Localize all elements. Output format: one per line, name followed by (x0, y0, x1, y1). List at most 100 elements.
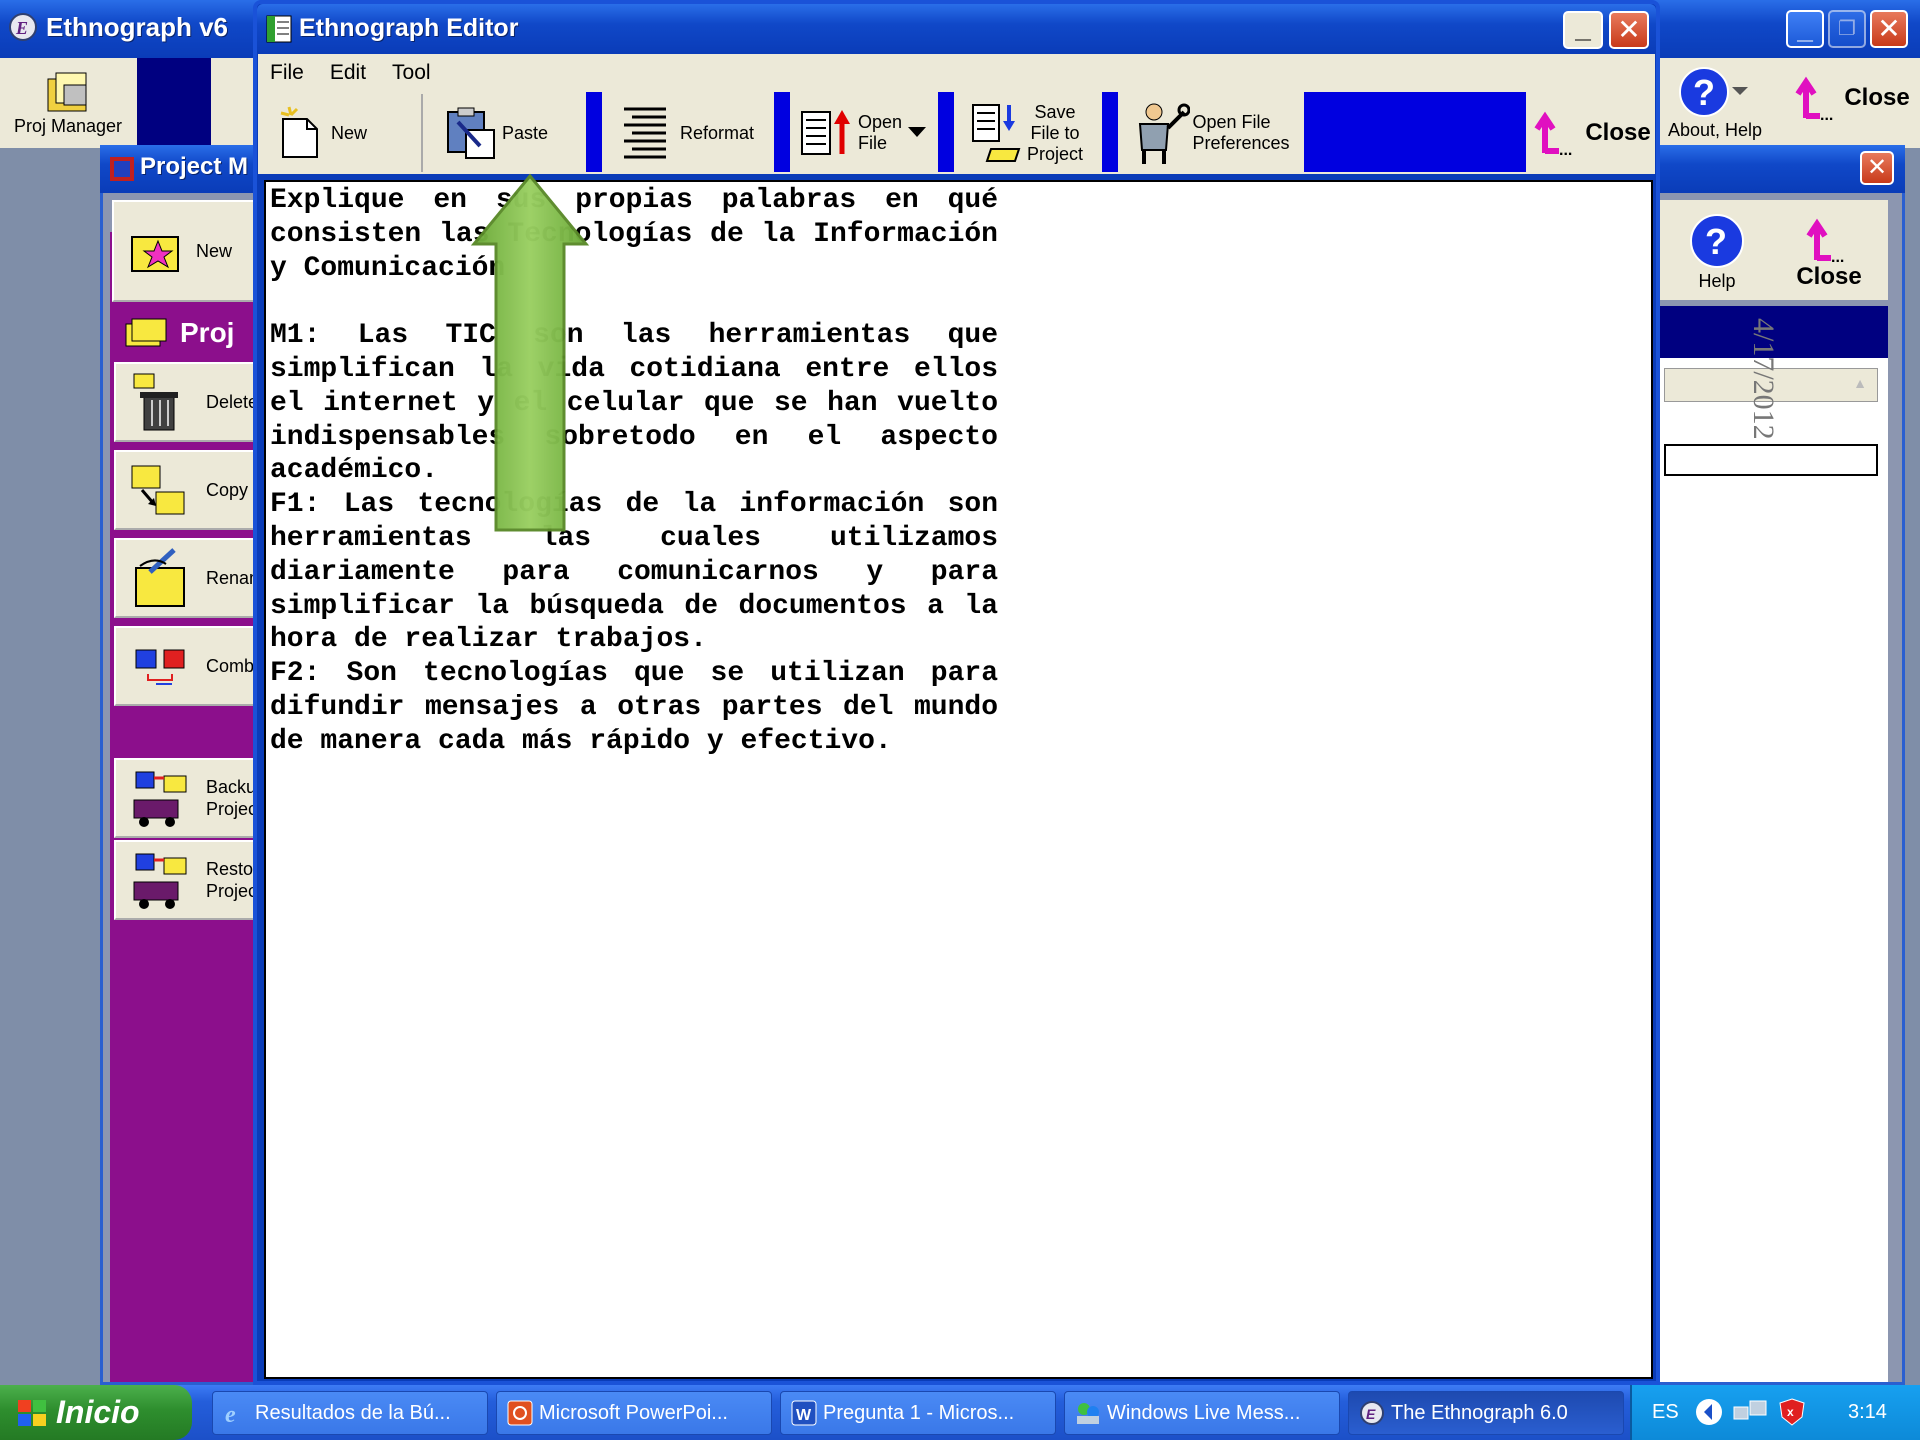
editor-save-file-to-project-button[interactable]: Save File to Project (956, 94, 1096, 172)
rename-pencil-icon (130, 546, 194, 610)
taskbar-item-word[interactable]: W Pregunta 1 - Micros... (780, 1391, 1056, 1435)
pm-close-button[interactable]: ... Close (1774, 204, 1884, 300)
system-tray: ES x 3:14 (1630, 1385, 1920, 1440)
pm-restore-project-button[interactable]: Restor Projec (114, 840, 264, 920)
toolbar-separator (774, 92, 790, 172)
proj-manager-button[interactable]: Proj Manager (4, 60, 132, 146)
editor-title-bar[interactable]: Ethnograph Editor _ ✕ (257, 4, 1656, 54)
show-hidden-icons-icon[interactable] (1694, 1397, 1724, 1427)
taskbar-item-powerpoint[interactable]: Microsoft PowerPoi... (496, 1391, 772, 1435)
pm-rename-button[interactable]: Renam (114, 538, 264, 618)
svg-text:e: e (225, 1402, 236, 1426)
backup-truck-icon (130, 766, 194, 830)
pm-backup-project-button[interactable]: Backup Projec (114, 758, 264, 838)
editor-close-button[interactable]: ✕ (1609, 11, 1649, 49)
toolbar-separator (1102, 92, 1118, 172)
exit-arrow-icon: ... (1792, 74, 1844, 122)
editor-title: Ethnograph Editor (299, 14, 519, 42)
pm-delete-button[interactable]: Delete (114, 362, 264, 442)
taskbar-item-ie[interactable]: e Resultados de la Bú... (212, 1391, 488, 1435)
main-close-toolbar-button[interactable]: ... Close (1788, 68, 1914, 128)
open-file-icon (798, 106, 854, 160)
sidebar-spacer (114, 708, 264, 756)
paste-clipboard-icon (444, 104, 498, 162)
toolbar-separator (137, 58, 211, 146)
toolbar-separator (586, 92, 602, 172)
network-icon[interactable] (1732, 1397, 1768, 1427)
internet-explorer-icon: e (223, 1400, 249, 1426)
pm-copy-button[interactable]: Copy (114, 450, 264, 530)
folders-icon (124, 316, 170, 350)
clock[interactable]: 3:14 (1848, 1401, 1887, 1424)
pm-new-button[interactable]: New (112, 200, 262, 302)
exit-arrow-icon: ... (1531, 109, 1583, 157)
main-minimize-button[interactable]: _ (1786, 10, 1824, 48)
new-document-icon (277, 105, 323, 161)
editor-paste-button[interactable]: Paste (426, 96, 566, 170)
open-file-label-line1: Open (857, 112, 903, 132)
project-manager-icon (108, 155, 136, 183)
menu-edit[interactable]: Edit (330, 61, 366, 85)
date-stamp: 4/17/2012 (1747, 318, 1780, 440)
editor-menu-bar: File Edit Tool (258, 54, 1655, 92)
security-shield-icon[interactable]: x (1778, 1397, 1806, 1427)
toolbar-filler (1304, 92, 1526, 172)
exit-arrow-icon: ... (1803, 216, 1855, 266)
pm-project-list-panel: ▲ (1660, 358, 1888, 1382)
save-label-line2: File to (1030, 122, 1080, 143)
svg-text:W: W (796, 1407, 812, 1424)
svg-text:x: x (1787, 1405, 1794, 1419)
language-indicator[interactable]: ES (1652, 1401, 1679, 1424)
trash-can-icon (130, 370, 194, 434)
open-file-label-line2: File (857, 133, 887, 153)
svg-text:...: ... (1559, 142, 1572, 157)
ethnograph-icon: E (1359, 1400, 1385, 1426)
green-up-arrow-annotation (470, 172, 590, 534)
menu-tool[interactable]: Tool (392, 61, 431, 85)
svg-text:?: ? (1693, 72, 1715, 113)
editor-close-toolbar-button[interactable]: ... Close (1530, 96, 1652, 170)
help-question-icon: ? (1688, 212, 1746, 270)
editor-document-text[interactable]: Explique en sus propias palabras en qué … (270, 184, 998, 759)
sort-up-icon: ▲ (1853, 375, 1867, 391)
backup-label-line2: Projec (206, 799, 258, 819)
start-label: Inicio (56, 1394, 140, 1430)
about-help-button[interactable]: ? About, Help (1662, 60, 1768, 146)
svg-text:?: ? (1705, 221, 1727, 262)
main-maximize-button[interactable]: ❐ (1828, 10, 1866, 48)
pm-combine-button[interactable]: Combi (114, 626, 264, 706)
editor-open-file-preferences-button[interactable]: Open File Preferences (1120, 96, 1300, 170)
editor-app-icon (265, 14, 293, 44)
editor-toolbar: New Paste Reformat Open File Save File to P… (258, 92, 1655, 174)
save-to-project-icon (969, 101, 1025, 165)
svg-text:E: E (15, 18, 28, 38)
main-close-button[interactable]: ✕ (1870, 10, 1908, 48)
prefs-label-line2: Preferences (1192, 133, 1290, 153)
copy-folders-icon (130, 458, 194, 522)
word-icon: W (791, 1400, 817, 1426)
restore-label-line2: Projec (206, 881, 258, 901)
save-label-line3: Project (1026, 143, 1084, 164)
taskbar-item-ethnograph[interactable]: E The Ethnograph 6.0 (1348, 1391, 1624, 1435)
projects-section-header: Proj (114, 308, 264, 358)
menu-file[interactable]: File (270, 61, 304, 85)
editor-minimize-button[interactable]: _ (1563, 11, 1603, 49)
pm-help-button[interactable]: ? Help (1664, 204, 1770, 300)
editor-new-button[interactable]: New (264, 96, 380, 170)
svg-text:...: ... (1820, 107, 1833, 122)
editor-reformat-button[interactable]: Reformat (604, 96, 770, 170)
dropdown-arrow-icon[interactable] (908, 127, 927, 139)
help-question-icon: ? (1678, 65, 1752, 119)
svg-text:E: E (1366, 1406, 1376, 1422)
taskbar-item-messenger[interactable]: Windows Live Mess... (1064, 1391, 1340, 1435)
folder-cabinet-icon (42, 69, 94, 115)
start-button[interactable]: Inicio (0, 1385, 192, 1440)
pm-list-selected-row[interactable] (1664, 444, 1878, 476)
powerpoint-icon (507, 1400, 533, 1426)
save-label-line1: Save (1034, 101, 1076, 122)
messenger-icon (1075, 1400, 1101, 1426)
project-manager-title: Project M (140, 153, 249, 180)
new-folder-star-icon (128, 223, 184, 279)
editor-open-file-button[interactable]: Open File (792, 96, 932, 170)
project-manager-close-button[interactable]: ✕ (1860, 151, 1894, 185)
